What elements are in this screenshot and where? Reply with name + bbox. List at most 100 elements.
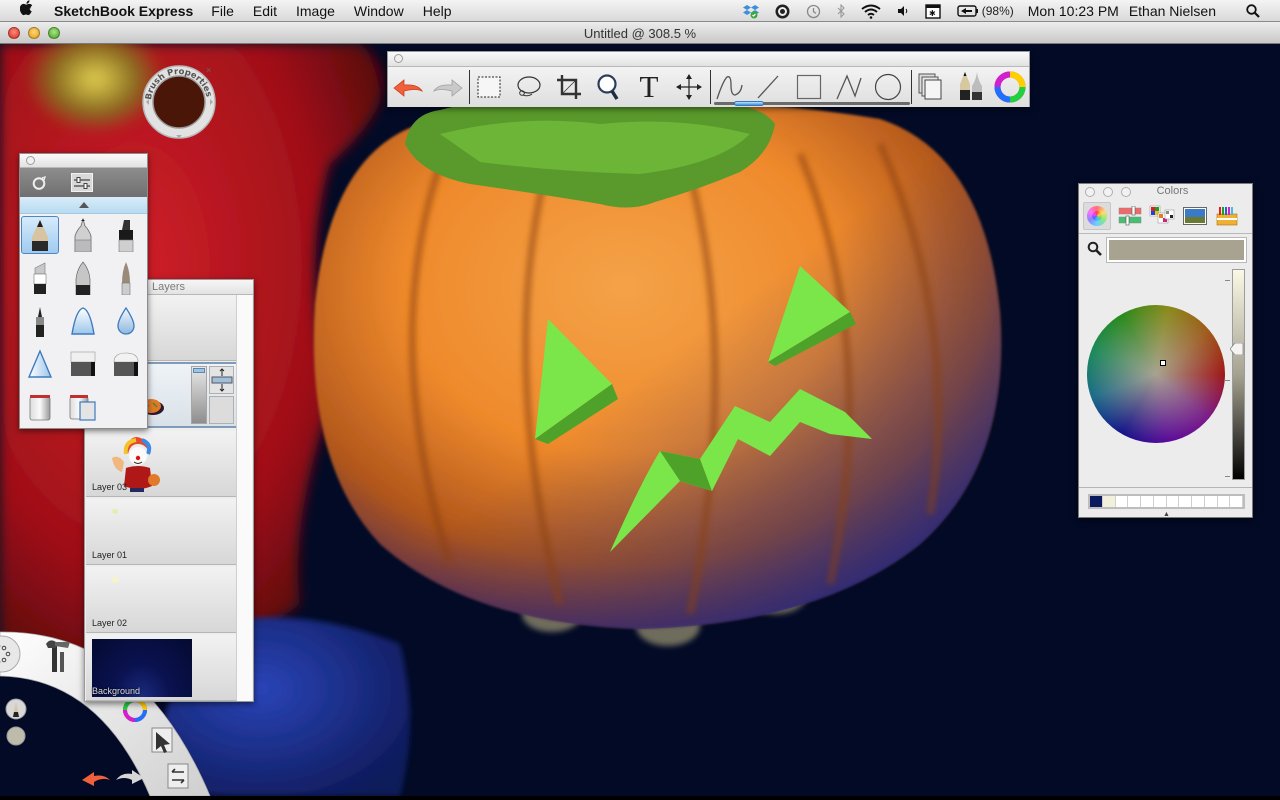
swatch-resize-grip-icon[interactable]: ▲ bbox=[1163, 511, 1170, 518]
brush-chisel-marker[interactable] bbox=[21, 259, 59, 297]
brush-soft-eraser[interactable] bbox=[107, 345, 145, 383]
input-menu-icon[interactable]: ✱ bbox=[925, 3, 941, 19]
polyline-tool[interactable] bbox=[831, 70, 867, 104]
stroke-tool-slider-thumb[interactable] bbox=[733, 101, 764, 106]
clock[interactable]: Mon 10:23 PM bbox=[1028, 3, 1119, 19]
zoom-tool[interactable] bbox=[591, 70, 627, 104]
brightness-slider[interactable] bbox=[1232, 269, 1245, 480]
layer-opacity-thumb[interactable] bbox=[193, 368, 205, 373]
brush-hard-eraser[interactable] bbox=[64, 345, 102, 383]
cursor-select-icon[interactable] bbox=[151, 727, 173, 753]
freehand-stroke-tool[interactable] bbox=[712, 70, 748, 104]
brush-palette-close-button[interactable] bbox=[26, 156, 35, 165]
brush-ballpoint-pen[interactable] bbox=[64, 216, 102, 254]
current-color-swatch[interactable] bbox=[1106, 237, 1247, 263]
color-swatch[interactable] bbox=[1090, 496, 1103, 507]
dropbox-icon[interactable] bbox=[742, 4, 759, 19]
color-swatch[interactable] bbox=[1166, 496, 1180, 507]
layer-row[interactable]: Layer 02 bbox=[86, 567, 237, 633]
color-palettes-mode-tab[interactable] bbox=[1148, 202, 1176, 230]
color-swatch[interactable] bbox=[1204, 496, 1218, 507]
brush-marker[interactable] bbox=[107, 216, 145, 254]
color-wheel-mode-tab[interactable] bbox=[1083, 202, 1111, 230]
app-menu[interactable]: SketchBook Express bbox=[54, 3, 193, 19]
menu-help[interactable]: Help bbox=[423, 3, 452, 19]
crop-tool[interactable] bbox=[551, 70, 587, 104]
menu-image[interactable]: Image bbox=[296, 3, 335, 19]
color-picker-magnifier-button[interactable] bbox=[1087, 241, 1103, 260]
color-sliders-mode-tab[interactable] bbox=[1116, 202, 1144, 230]
brightness-slider-thumb[interactable] bbox=[1229, 342, 1244, 356]
color-wheel-marker[interactable] bbox=[1160, 360, 1166, 366]
brush-hard-airbrush[interactable] bbox=[21, 345, 59, 383]
color-swatch[interactable] bbox=[1128, 496, 1141, 507]
brush-pencil[interactable] bbox=[21, 216, 59, 254]
layer-options-box[interactable] bbox=[209, 396, 234, 424]
color-swatch[interactable] bbox=[1102, 496, 1116, 507]
spotlight-search-icon[interactable] bbox=[1246, 4, 1260, 18]
wifi-icon[interactable] bbox=[861, 4, 881, 19]
brush-airbrush[interactable] bbox=[64, 302, 102, 340]
color-swatch[interactable] bbox=[1141, 496, 1154, 507]
brush-properties-puck[interactable]: Brush Properties × bbox=[137, 60, 222, 145]
menu-window[interactable]: Window bbox=[354, 3, 404, 19]
layer-row-background[interactable]: Background bbox=[86, 635, 237, 701]
puck-close-icon[interactable]: × bbox=[206, 65, 211, 75]
layer-move-handle[interactable] bbox=[209, 366, 234, 394]
layer-row[interactable]: Layer 01 bbox=[86, 499, 237, 565]
toolbar-separator bbox=[469, 70, 470, 104]
ellipse-tool[interactable] bbox=[870, 70, 906, 104]
brushes-toggle-button[interactable] bbox=[952, 70, 988, 104]
line-tool[interactable] bbox=[750, 70, 786, 104]
time-machine-icon[interactable] bbox=[806, 4, 821, 19]
color-swatch[interactable] bbox=[1217, 496, 1231, 507]
brush-paint-brush[interactable] bbox=[107, 259, 145, 297]
apple-menu-icon[interactable] bbox=[19, 0, 38, 21]
image-palettes-mode-tab[interactable] bbox=[1181, 202, 1209, 230]
brush-fill-bucket-layer[interactable] bbox=[64, 388, 102, 426]
toolbar-close-button[interactable] bbox=[394, 54, 403, 63]
color-wheel[interactable] bbox=[1087, 305, 1225, 443]
lagoon-undo-icon[interactable] bbox=[82, 772, 110, 786]
redo-button[interactable] bbox=[430, 70, 466, 104]
brush-fill-bucket[interactable] bbox=[21, 388, 59, 426]
color-editor-toggle-button[interactable] bbox=[992, 70, 1028, 104]
color-swatch[interactable] bbox=[1192, 496, 1205, 507]
brush-sliders-mode-button[interactable] bbox=[71, 173, 93, 192]
brush-puck-mode-button[interactable] bbox=[28, 173, 50, 192]
color-swatch[interactable] bbox=[1230, 496, 1243, 507]
layer-swap-icon[interactable] bbox=[167, 763, 189, 789]
layer-row[interactable]: Layer 03 bbox=[86, 431, 237, 497]
color-preview-icon[interactable] bbox=[6, 726, 26, 746]
crayons-mode-tab[interactable] bbox=[1213, 202, 1241, 230]
color-swatch[interactable] bbox=[1179, 496, 1192, 507]
layer-thumbnail bbox=[112, 509, 118, 514]
layer-opacity-slider[interactable] bbox=[191, 366, 207, 424]
stroke-tool-slider[interactable] bbox=[714, 101, 910, 106]
slider-tick bbox=[1225, 280, 1230, 281]
rectangle-select-tool[interactable] bbox=[471, 70, 507, 104]
text-tool[interactable]: T bbox=[631, 70, 667, 104]
lasso-select-tool[interactable] bbox=[510, 70, 546, 104]
sync-icon[interactable] bbox=[775, 4, 790, 19]
move-tool[interactable] bbox=[671, 70, 707, 104]
rectangle-tool[interactable] bbox=[791, 70, 827, 104]
color-swatch[interactable] bbox=[1115, 496, 1129, 507]
toolbar-titlebar[interactable] bbox=[388, 52, 1029, 67]
menu-edit[interactable]: Edit bbox=[253, 3, 277, 19]
battery-icon[interactable]: (98%) bbox=[957, 4, 1014, 18]
colors-titlebar[interactable]: Colors bbox=[1079, 184, 1252, 200]
undo-button[interactable] bbox=[390, 70, 426, 104]
brush-palette-titlebar[interactable] bbox=[20, 154, 147, 168]
layers-toggle-button[interactable] bbox=[912, 70, 948, 104]
color-swatch[interactable] bbox=[1153, 496, 1167, 507]
brush-felt-tip[interactable] bbox=[21, 302, 59, 340]
user-menu[interactable]: Ethan Nielsen bbox=[1129, 3, 1216, 19]
layers-scrollbar[interactable] bbox=[236, 295, 252, 701]
brush-smudge[interactable] bbox=[107, 302, 145, 340]
bluetooth-icon[interactable] bbox=[837, 4, 845, 18]
brush-fine-pen[interactable] bbox=[64, 259, 102, 297]
brush-scroll-up-button[interactable] bbox=[20, 197, 147, 214]
menu-file[interactable]: File bbox=[211, 3, 234, 19]
volume-icon[interactable] bbox=[897, 5, 909, 17]
